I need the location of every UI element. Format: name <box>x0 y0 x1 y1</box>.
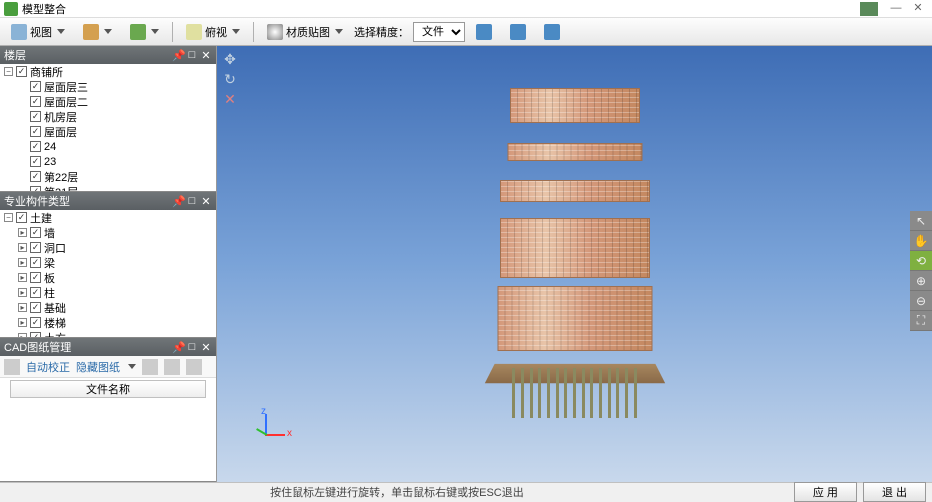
tree-item[interactable]: 土方 <box>44 330 66 338</box>
tree-root[interactable]: 商铺所 <box>30 64 63 80</box>
nav-button-1[interactable] <box>76 21 119 43</box>
tree-item[interactable]: 柱 <box>44 285 55 301</box>
tree-item[interactable]: 洞口 <box>44 240 66 256</box>
precision-select[interactable]: 文件 <box>413 22 465 42</box>
tree-item[interactable]: 第22层 <box>44 169 78 185</box>
precision-label: 选择精度： <box>354 24 409 40</box>
view-icon <box>11 24 27 40</box>
material-menu[interactable]: 材质贴图 <box>260 21 350 43</box>
orbit-icon[interactable]: ↻ <box>221 70 239 88</box>
refresh-icon <box>476 24 492 40</box>
viewport-tools-left: ✥ ↻ ✕ <box>221 50 239 108</box>
close-icon[interactable]: ✕ <box>221 90 239 108</box>
tree-item[interactable]: 23 <box>44 156 56 168</box>
tree-item[interactable]: 第21层 <box>44 184 78 192</box>
doc-icon[interactable] <box>4 359 20 375</box>
components-panel: 专业构件类型 📌□✕ −✓土建 ▸✓墙 ▸✓洞口 ▸✓梁 ▸✓板 ▸✓柱 ▸✓基… <box>0 192 216 338</box>
checkbox[interactable]: ✓ <box>16 66 27 77</box>
fit-icon[interactable]: ⛶ <box>910 311 932 331</box>
max-icon[interactable]: □ <box>186 49 198 62</box>
filename-column-header[interactable]: 文件名称 <box>10 380 206 398</box>
sys-icons <box>860 2 878 16</box>
settings-button[interactable] <box>537 21 567 43</box>
close-button[interactable]: ✕ <box>908 2 928 14</box>
piles <box>510 368 640 418</box>
components-tree[interactable]: −✓土建 ▸✓墙 ▸✓洞口 ▸✓梁 ▸✓板 ▸✓柱 ▸✓基础 ▸✓楼梯 ▸✓土方 <box>0 210 216 337</box>
rotate-icon[interactable]: ⟲ <box>910 251 932 271</box>
overview-menu[interactable]: 俯视 <box>179 21 247 43</box>
building-model[interactable] <box>475 88 675 408</box>
cad-panel-header[interactable]: CAD图纸管理 📌□✕ <box>0 338 216 356</box>
tool-icon[interactable] <box>142 359 158 375</box>
tree-item[interactable]: 屋面层二 <box>44 94 88 110</box>
collapse-icon[interactable]: − <box>4 67 13 76</box>
pin-icon[interactable]: 📌 <box>172 49 184 62</box>
walk-icon <box>130 24 146 40</box>
floors-tree[interactable]: −✓商铺所 ✓屋面层三 ✓屋面层二 ✓机房层 ✓屋面层 ✓24 ✓23 ✓第22… <box>0 64 216 191</box>
view-menu[interactable]: 视图 <box>4 21 72 43</box>
status-message: 按住鼠标左键进行旋转，单击鼠标右键或按ESC退出 <box>0 484 794 500</box>
minimize-button[interactable]: — <box>886 2 906 14</box>
titlebar: 模型整合 — ✕ <box>0 0 932 18</box>
tree-item[interactable]: 楼梯 <box>44 315 66 331</box>
axis-gizmo[interactable]: z x <box>247 414 287 454</box>
apply-button[interactable]: 应 用 <box>794 482 857 502</box>
tree-item[interactable]: 屋面层 <box>44 124 77 140</box>
components-panel-header[interactable]: 专业构件类型 📌□✕ <box>0 192 216 210</box>
pan-icon[interactable]: ✥ <box>221 50 239 68</box>
main-toolbar: 视图 俯视 材质贴图 选择精度： 文件 <box>0 18 932 46</box>
floors-panel: 楼层 📌□✕ −✓商铺所 ✓屋面层三 ✓屋面层二 ✓机房层 ✓屋面层 ✓24 ✓… <box>0 46 216 192</box>
nav-button-2[interactable] <box>123 21 166 43</box>
viewport-tools-right: ↖ ✋ ⟲ ⊕ ⊖ ⛶ <box>910 211 932 331</box>
sidebar: 楼层 📌□✕ −✓商铺所 ✓屋面层三 ✓屋面层二 ✓机房层 ✓屋面层 ✓24 ✓… <box>0 46 217 482</box>
viewport-3d[interactable]: ✥ ↻ ✕ ↖ ✋ ⟲ ⊕ ⊖ ⛶ z x <box>217 46 932 482</box>
close-icon[interactable]: ✕ <box>200 49 212 62</box>
tree-item[interactable]: 机房层 <box>44 109 77 125</box>
cad-panel: CAD图纸管理 📌□✕ 自动校正 隐藏图纸 文件名称 <box>0 338 216 482</box>
tree-root[interactable]: 土建 <box>30 210 52 226</box>
refresh-button[interactable] <box>469 21 499 43</box>
cube-icon <box>186 24 202 40</box>
status-bar: 按住鼠标左键进行旋转，单击鼠标右键或按ESC退出 应 用 退 出 <box>0 482 932 500</box>
chevron-down-icon <box>57 29 65 34</box>
zoom-out-icon[interactable]: ⊖ <box>910 291 932 311</box>
exit-button[interactable]: 退 出 <box>863 482 926 502</box>
tree-item[interactable]: 屋面层三 <box>44 79 88 95</box>
window-title: 模型整合 <box>22 1 66 17</box>
tool-icon[interactable] <box>164 359 180 375</box>
hide-link[interactable]: 隐藏图纸 <box>76 359 120 375</box>
undo-button[interactable] <box>503 21 533 43</box>
tree-item[interactable]: 墙 <box>44 225 55 241</box>
cursor-icon[interactable]: ↖ <box>910 211 932 231</box>
tree-item[interactable]: 梁 <box>44 255 55 271</box>
autofix-link[interactable]: 自动校正 <box>26 359 70 375</box>
person-icon <box>83 24 99 40</box>
tree-item[interactable]: 板 <box>44 270 55 286</box>
zoom-in-icon[interactable]: ⊕ <box>910 271 932 291</box>
tool-icon[interactable] <box>186 359 202 375</box>
collapse-icon[interactable]: − <box>4 213 13 222</box>
hand-icon[interactable]: ✋ <box>910 231 932 251</box>
floors-panel-header[interactable]: 楼层 📌□✕ <box>0 46 216 64</box>
doc-icon <box>544 24 560 40</box>
tree-item[interactable]: 24 <box>44 141 56 153</box>
undo-icon <box>510 24 526 40</box>
app-icon <box>4 2 18 16</box>
tree-item[interactable]: 基础 <box>44 300 66 316</box>
sphere-icon <box>267 24 283 40</box>
